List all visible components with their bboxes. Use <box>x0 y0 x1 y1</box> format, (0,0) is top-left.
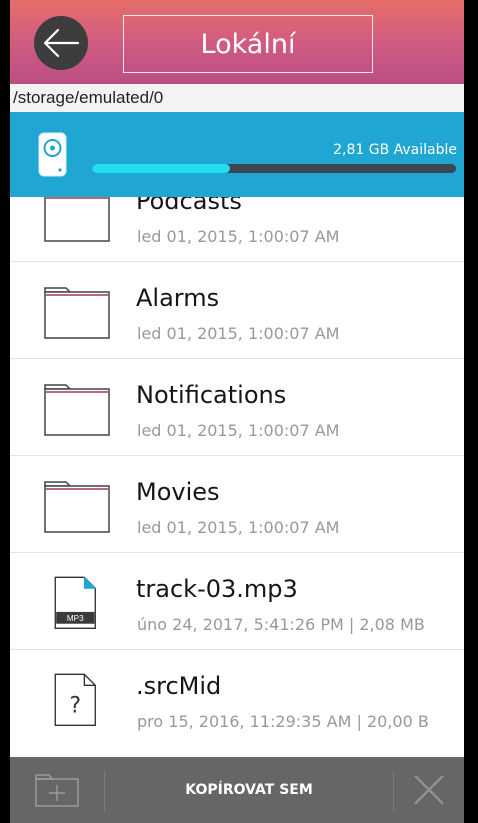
file-meta: pro 15, 2016, 11:29:35 AM | 20,00 B <box>137 712 429 731</box>
list-item-alarms[interactable]: Alarms led 01, 2015, 1:00:07 AM <box>10 262 464 359</box>
folder-icon <box>44 287 110 339</box>
file-name: Notifications <box>136 381 287 409</box>
file-meta: úno 24, 2017, 5:41:26 PM | 2,08 MB <box>137 615 425 634</box>
back-button[interactable] <box>34 16 88 70</box>
available-space: 2,81 GB Available <box>333 142 457 158</box>
copy-here-label: KOPÍROVAT SEM <box>185 782 313 798</box>
header: Lokální <box>10 0 464 84</box>
unknown-badge-text: ? <box>69 694 81 719</box>
file-name: Movies <box>136 478 220 506</box>
mp3-file-icon: MP3 <box>54 576 97 629</box>
new-folder-icon <box>35 774 79 807</box>
mp3-badge-text: MP3 <box>67 614 84 623</box>
close-icon <box>414 775 444 805</box>
location-title-button[interactable]: Lokální <box>123 15 373 73</box>
file-meta: led 01, 2015, 1:00:07 AM <box>137 421 340 440</box>
app-content: Lokální /storage/emulated/0 2,81 GB Avai… <box>10 0 464 823</box>
list-item-track-03[interactable]: MP3 track-03.mp3 úno 24, 2017, 5:41:26 P… <box>10 553 464 650</box>
storage-progress <box>92 164 456 173</box>
file-list[interactable]: Podcasts led 01, 2015, 1:00:07 AM Alarms… <box>10 197 464 757</box>
storage-drive-icon <box>38 132 67 177</box>
file-meta: led 01, 2015, 1:00:07 AM <box>137 324 340 343</box>
screen-edge-right <box>464 0 478 823</box>
folder-icon <box>44 384 110 436</box>
folder-icon <box>44 197 110 242</box>
file-meta: led 01, 2015, 1:00:07 AM <box>137 227 340 246</box>
screen: Lokální /storage/emulated/0 2,81 GB Avai… <box>0 0 478 823</box>
list-item-notifications[interactable]: Notifications led 01, 2015, 1:00:07 AM <box>10 359 464 456</box>
page-title: Lokální <box>200 28 296 60</box>
unknown-file-icon: ? <box>54 673 96 726</box>
file-name: track-03.mp3 <box>136 575 298 603</box>
bottom-action-bar: KOPÍROVAT SEM <box>10 757 464 823</box>
cancel-button[interactable] <box>394 757 464 823</box>
file-name: Podcasts <box>136 197 242 215</box>
screen-edge-left <box>0 0 10 823</box>
file-name: .srcMid <box>136 672 222 700</box>
folder-icon <box>44 481 110 533</box>
file-meta: led 01, 2015, 1:00:07 AM <box>137 518 340 537</box>
arrow-left-icon <box>43 28 80 58</box>
file-name: Alarms <box>136 284 220 312</box>
copy-here-button[interactable]: KOPÍROVAT SEM <box>105 757 393 823</box>
new-folder-button[interactable] <box>10 757 104 823</box>
storage-progress-fill <box>92 164 231 173</box>
breadcrumb: /storage/emulated/0 <box>10 84 464 112</box>
storage-info[interactable]: 2,81 GB Available <box>10 112 464 197</box>
list-item-srcmid[interactable]: ? .srcMid pro 15, 2016, 11:29:35 AM | 20… <box>10 650 464 747</box>
list-item-movies[interactable]: Movies led 01, 2015, 1:00:07 AM <box>10 456 464 553</box>
list-item-podcasts[interactable]: Podcasts led 01, 2015, 1:00:07 AM <box>10 197 464 262</box>
